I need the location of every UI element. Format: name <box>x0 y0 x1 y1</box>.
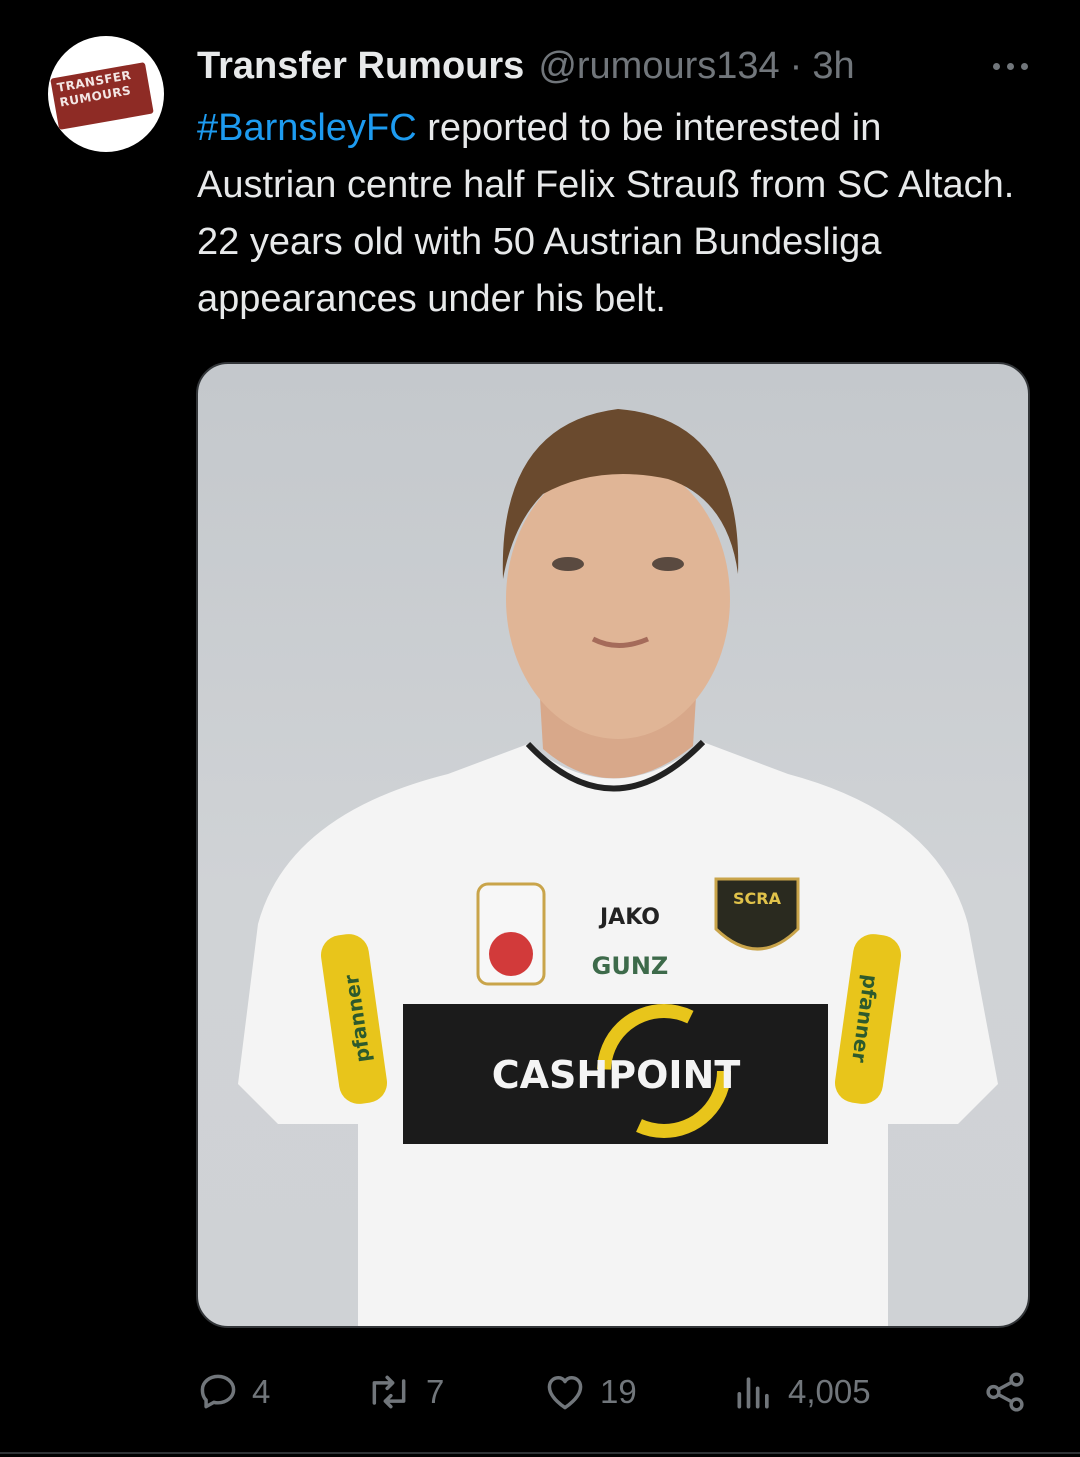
tweet-timestamp[interactable]: 3h <box>812 45 854 88</box>
reply-button[interactable]: 4 <box>196 1360 270 1424</box>
more-dot <box>992 62 1000 70</box>
repost-count: 7 <box>426 1373 445 1410</box>
tweet[interactable]: TRANSFER RUMOURS Transfer Rumours @rumou… <box>0 0 1080 1457</box>
left-eye <box>552 557 584 571</box>
author-name[interactable]: Transfer Rumours <box>197 45 524 88</box>
more-dot <box>1020 62 1028 70</box>
main-sponsor-text: CASHPOINT <box>492 1053 741 1097</box>
like-count: 19 <box>600 1373 637 1410</box>
hashtag-link[interactable]: #BarnsleyFC <box>197 107 417 149</box>
club-crest-text: SCRA <box>733 889 782 908</box>
tweet-actions: 4 7 19 4,005 <box>196 1360 1036 1424</box>
author-avatar[interactable]: TRANSFER RUMOURS <box>48 36 164 152</box>
tweet-text: #BarnsleyFC reported to be interested in… <box>197 100 1017 328</box>
repost-icon <box>372 1375 406 1409</box>
more-dot <box>1006 62 1014 70</box>
views-icon <box>737 1377 769 1409</box>
player-photo: CASHPOINT JAKO GUNZ SCRA pfanner pfanner <box>238 409 998 1326</box>
repost-button[interactable]: 7 <box>364 1360 444 1424</box>
views-count: 4,005 <box>788 1373 871 1410</box>
views-button[interactable]: 4,005 <box>732 1360 871 1424</box>
share-button[interactable] <box>982 1360 1028 1424</box>
like-button[interactable]: 19 <box>542 1360 637 1424</box>
more-icon[interactable] <box>980 50 1040 82</box>
jersey-brand-text: JAKO <box>598 905 660 930</box>
author-handle[interactable]: @rumours134 <box>538 45 779 88</box>
tweet-header: Transfer Rumours @rumours134 · 3h <box>197 40 855 92</box>
tweet-media-photo[interactable]: CASHPOINT JAKO GUNZ SCRA pfanner pfanner <box>196 362 1030 1328</box>
reply-count: 4 <box>252 1373 271 1410</box>
share-icon <box>986 1372 1024 1412</box>
face <box>506 459 730 739</box>
tweet-divider <box>0 1452 1080 1454</box>
league-badge-ball <box>489 932 533 976</box>
reply-icon <box>200 1374 236 1409</box>
right-eye <box>652 557 684 571</box>
jersey-small-sponsor-text: GUNZ <box>592 952 669 980</box>
header-separator: · <box>789 44 803 87</box>
like-icon <box>547 1375 583 1410</box>
